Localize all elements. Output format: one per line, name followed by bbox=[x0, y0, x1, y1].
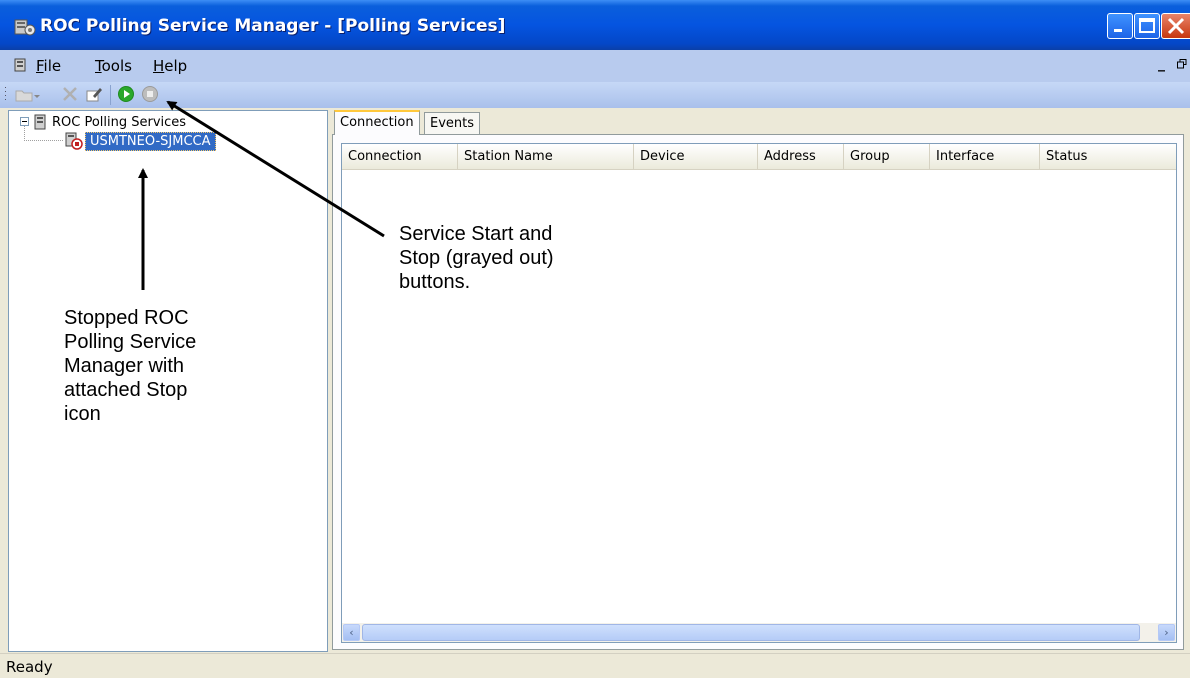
tree-root-label: ROC Polling Services bbox=[52, 114, 187, 130]
horizontal-scrollbar[interactable]: ‹ › bbox=[342, 623, 1176, 642]
column-header-device[interactable]: Device bbox=[634, 144, 758, 169]
menu-tools[interactable]: Tools bbox=[95, 57, 132, 75]
menu-file[interactable]: File bbox=[36, 57, 61, 75]
column-header-status[interactable]: Status bbox=[1040, 144, 1176, 169]
scroll-left-button[interactable]: ‹ bbox=[343, 624, 360, 641]
status-text: Ready bbox=[6, 658, 53, 676]
toolbar-separator bbox=[110, 85, 111, 105]
menu-help-label: elp bbox=[164, 57, 188, 75]
menu-help-accel: H bbox=[153, 57, 165, 75]
tree-connector bbox=[24, 126, 64, 141]
mdi-minimize-button[interactable]: _ bbox=[1158, 56, 1165, 72]
new-button[interactable] bbox=[14, 84, 34, 104]
tree-item-service[interactable]: USMTNEO-SJMCCA bbox=[85, 132, 216, 151]
toolbar-grip-icon bbox=[5, 87, 6, 100]
status-bar: Ready bbox=[0, 653, 1190, 678]
annotation-line: buttons. bbox=[399, 271, 471, 293]
stop-service-icon bbox=[142, 86, 158, 102]
column-header-group[interactable]: Group bbox=[844, 144, 930, 169]
new-icon bbox=[15, 90, 33, 102]
start-service-icon bbox=[118, 86, 134, 102]
annotation-line: Manager with bbox=[64, 355, 185, 377]
tab-events[interactable]: Events bbox=[424, 112, 481, 134]
delete-button[interactable] bbox=[60, 84, 80, 104]
minimize-icon bbox=[1114, 29, 1122, 32]
annotation-line: Service Start and bbox=[399, 223, 553, 245]
stop-service-button[interactable] bbox=[140, 84, 160, 104]
tab-panel-connection: Connection Station Name Device Address G… bbox=[332, 134, 1184, 650]
toolbar bbox=[0, 82, 1190, 108]
annotation-line: Stop (grayed out) bbox=[399, 247, 554, 269]
minimize-button[interactable] bbox=[1107, 13, 1133, 39]
window-title: ROC Polling Service Manager - [Polling S… bbox=[40, 16, 506, 36]
menu-help[interactable]: Help bbox=[153, 57, 187, 75]
maximize-button[interactable] bbox=[1134, 13, 1160, 39]
annotation-line: Polling Service bbox=[64, 331, 197, 353]
close-icon bbox=[1167, 17, 1185, 35]
column-header-connection[interactable]: Connection bbox=[342, 144, 458, 169]
connection-list[interactable]: Connection Station Name Device Address G… bbox=[341, 143, 1177, 643]
column-header-interface[interactable]: Interface bbox=[930, 144, 1040, 169]
mdi-restore-icon[interactable] bbox=[1177, 59, 1187, 69]
list-header: Connection Station Name Device Address G… bbox=[342, 144, 1176, 170]
annotation-line: Stopped ROC bbox=[64, 307, 189, 329]
edit-icon bbox=[86, 88, 102, 102]
scroll-right-button[interactable]: › bbox=[1158, 624, 1175, 641]
app-window: ROC Polling Service Manager - [Polling S… bbox=[0, 0, 1190, 678]
menu-file-label: ile bbox=[43, 57, 62, 75]
annotation-service-buttons: Service Start and Stop (grayed out) butt… bbox=[399, 222, 554, 294]
column-header-station-name[interactable]: Station Name bbox=[458, 144, 634, 169]
new-dropdown-button[interactable] bbox=[33, 84, 41, 104]
annotation-stopped-manager: Stopped ROC Polling Service Manager with… bbox=[64, 306, 196, 426]
mdi-child-icon[interactable] bbox=[14, 58, 26, 72]
start-service-button[interactable] bbox=[116, 84, 136, 104]
menu-tools-label: ools bbox=[101, 57, 132, 75]
menu-file-accel: F bbox=[36, 57, 44, 75]
annotation-line: icon bbox=[64, 403, 101, 425]
delete-icon bbox=[63, 87, 77, 101]
stopped-service-icon bbox=[65, 132, 83, 150]
scroll-thumb[interactable] bbox=[362, 624, 1140, 641]
close-button[interactable] bbox=[1161, 13, 1190, 39]
dropdown-arrow-icon bbox=[34, 95, 40, 98]
app-icon bbox=[14, 19, 36, 36]
title-bar[interactable]: ROC Polling Service Manager - [Polling S… bbox=[0, 0, 1190, 50]
edit-button[interactable] bbox=[84, 84, 104, 104]
column-header-address[interactable]: Address bbox=[758, 144, 844, 169]
menu-tools-accel: T bbox=[95, 57, 102, 75]
tab-area: Connection Station Name Device Address G… bbox=[332, 110, 1190, 652]
tab-connection[interactable]: Connection bbox=[334, 110, 420, 135]
maximize-icon bbox=[1139, 18, 1155, 33]
annotation-line: attached Stop bbox=[64, 379, 188, 401]
